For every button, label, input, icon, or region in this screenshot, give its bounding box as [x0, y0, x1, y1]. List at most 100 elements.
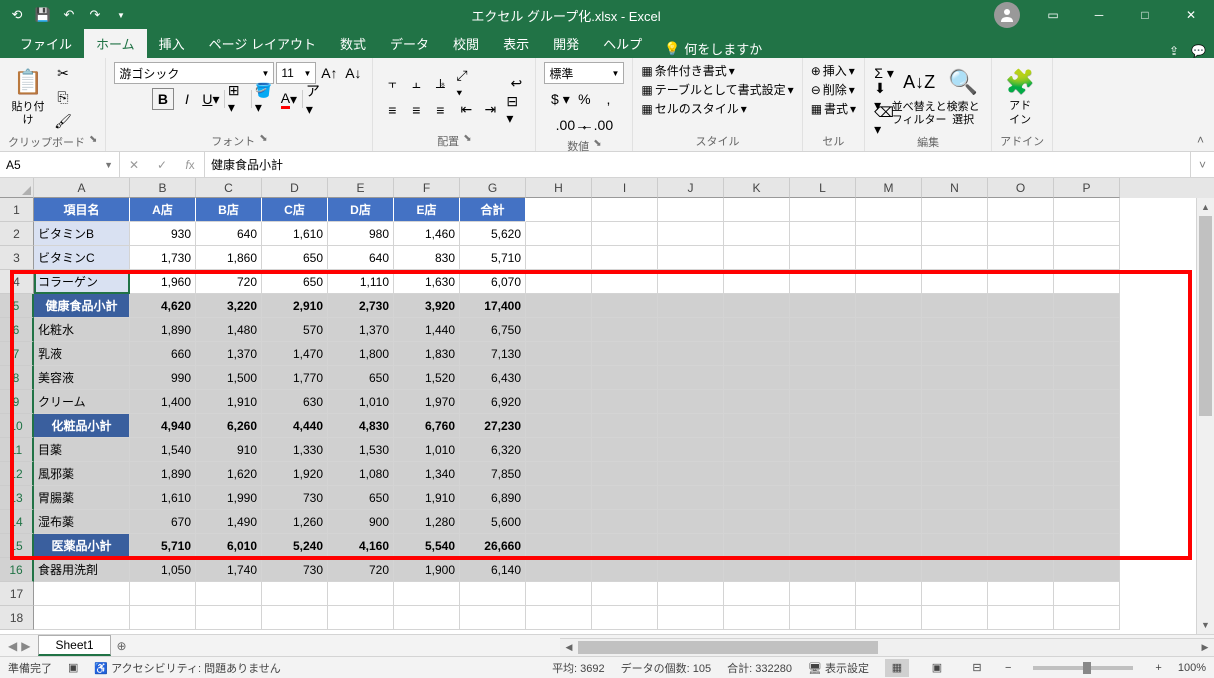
- orientation-icon[interactable]: ⤢ ▾: [455, 73, 477, 95]
- cell[interactable]: [1054, 510, 1120, 534]
- cell[interactable]: 6,260: [196, 414, 262, 438]
- cell[interactable]: 6,890: [460, 486, 526, 510]
- qat-dropdown-icon[interactable]: ▼: [112, 6, 130, 24]
- cell[interactable]: 6,140: [460, 558, 526, 582]
- cell[interactable]: [196, 606, 262, 630]
- cell[interactable]: 6,070: [460, 270, 526, 294]
- autosave-icon[interactable]: ⟲: [8, 6, 26, 24]
- tab-view[interactable]: 表示: [491, 29, 541, 58]
- cell[interactable]: [1054, 606, 1120, 630]
- cell[interactable]: 1,280: [394, 510, 460, 534]
- cell[interactable]: 1,480: [196, 318, 262, 342]
- sheet-prev-icon[interactable]: ◀: [8, 639, 17, 653]
- row-header-2[interactable]: 2: [0, 222, 34, 246]
- column-header-J[interactable]: J: [658, 178, 724, 198]
- insert-cells-button[interactable]: ⊕挿入 ▾: [811, 62, 855, 79]
- copy-icon[interactable]: ⎘: [52, 86, 74, 108]
- cell[interactable]: 2,910: [262, 294, 328, 318]
- column-header-H[interactable]: H: [526, 178, 592, 198]
- borders-button[interactable]: ⊞ ▾: [227, 88, 249, 110]
- cell[interactable]: ビタミンC: [34, 246, 130, 270]
- cell[interactable]: 1,920: [262, 462, 328, 486]
- cell[interactable]: [988, 366, 1054, 390]
- row-header-12[interactable]: 12: [0, 462, 34, 486]
- cell[interactable]: [1054, 342, 1120, 366]
- cell[interactable]: 570: [262, 318, 328, 342]
- cell[interactable]: [592, 558, 658, 582]
- cell[interactable]: [856, 510, 922, 534]
- cell[interactable]: [262, 582, 328, 606]
- vscroll-thumb[interactable]: [1199, 216, 1212, 416]
- column-header-D[interactable]: D: [262, 178, 328, 198]
- cell[interactable]: B店: [196, 198, 262, 222]
- cell[interactable]: 980: [328, 222, 394, 246]
- cell[interactable]: [592, 414, 658, 438]
- cell[interactable]: 1,110: [328, 270, 394, 294]
- tab-help[interactable]: ヘルプ: [591, 29, 654, 58]
- cell[interactable]: 900: [328, 510, 394, 534]
- delete-cells-button[interactable]: ⊖削除 ▾: [811, 81, 855, 98]
- cell[interactable]: 27,230: [460, 414, 526, 438]
- cell[interactable]: [460, 606, 526, 630]
- zoom-level[interactable]: 100%: [1178, 662, 1206, 674]
- percent-format-icon[interactable]: %: [573, 88, 595, 110]
- cell[interactable]: [658, 534, 724, 558]
- column-header-M[interactable]: M: [856, 178, 922, 198]
- cell[interactable]: [922, 294, 988, 318]
- cell[interactable]: 990: [130, 366, 196, 390]
- cell[interactable]: 4,440: [262, 414, 328, 438]
- cell[interactable]: 4,940: [130, 414, 196, 438]
- cell[interactable]: 1,740: [196, 558, 262, 582]
- column-header-B[interactable]: B: [130, 178, 196, 198]
- cell[interactable]: [922, 270, 988, 294]
- scroll-left-icon[interactable]: ◀: [560, 642, 578, 653]
- cell[interactable]: [526, 294, 592, 318]
- align-top-icon[interactable]: ⫟: [381, 73, 403, 95]
- select-all-corner[interactable]: [0, 178, 34, 198]
- cell[interactable]: [526, 462, 592, 486]
- cell[interactable]: [790, 318, 856, 342]
- redo-icon[interactable]: ↷: [86, 6, 104, 24]
- cell[interactable]: [34, 606, 130, 630]
- cells-area[interactable]: 項目名A店B店C店D店E店合計ビタミンB9306401,6109801,4605…: [34, 198, 1120, 630]
- cell[interactable]: [922, 342, 988, 366]
- cell[interactable]: [856, 462, 922, 486]
- cell[interactable]: [856, 246, 922, 270]
- row-header-3[interactable]: 3: [0, 246, 34, 270]
- cell[interactable]: [856, 486, 922, 510]
- fill-color-button[interactable]: 🪣 ▾: [254, 88, 276, 110]
- cell[interactable]: [988, 582, 1054, 606]
- cell[interactable]: 6,430: [460, 366, 526, 390]
- share-icon[interactable]: ⇪: [1169, 44, 1179, 58]
- cell[interactable]: [592, 270, 658, 294]
- cell[interactable]: [460, 582, 526, 606]
- cell[interactable]: [856, 342, 922, 366]
- cell[interactable]: [526, 606, 592, 630]
- minimize-button[interactable]: ─: [1076, 0, 1122, 30]
- cell[interactable]: 1,730: [130, 246, 196, 270]
- cell[interactable]: 1,370: [196, 342, 262, 366]
- phonetic-button[interactable]: ア ▾: [305, 88, 327, 110]
- sheet-tab-sheet1[interactable]: Sheet1: [38, 635, 110, 656]
- row-header-1[interactable]: 1: [0, 198, 34, 222]
- horizontal-scrollbar[interactable]: ◀ ▶: [560, 638, 1214, 656]
- cell[interactable]: 7,130: [460, 342, 526, 366]
- cell[interactable]: 1,460: [394, 222, 460, 246]
- scroll-down-icon[interactable]: ▼: [1197, 616, 1214, 634]
- cell[interactable]: 1,010: [394, 438, 460, 462]
- align-bottom-icon[interactable]: ⫡: [429, 73, 451, 95]
- cell[interactable]: [592, 462, 658, 486]
- cell[interactable]: 6,760: [394, 414, 460, 438]
- cell[interactable]: [922, 534, 988, 558]
- cell[interactable]: [790, 342, 856, 366]
- cell[interactable]: [922, 582, 988, 606]
- cell[interactable]: [988, 246, 1054, 270]
- cell[interactable]: [988, 510, 1054, 534]
- cell[interactable]: [592, 438, 658, 462]
- cell[interactable]: 5,240: [262, 534, 328, 558]
- cell[interactable]: [790, 582, 856, 606]
- cell[interactable]: [988, 438, 1054, 462]
- formula-input[interactable]: 健康食品小計: [205, 152, 1190, 177]
- cell[interactable]: [922, 486, 988, 510]
- cell[interactable]: 1,890: [130, 318, 196, 342]
